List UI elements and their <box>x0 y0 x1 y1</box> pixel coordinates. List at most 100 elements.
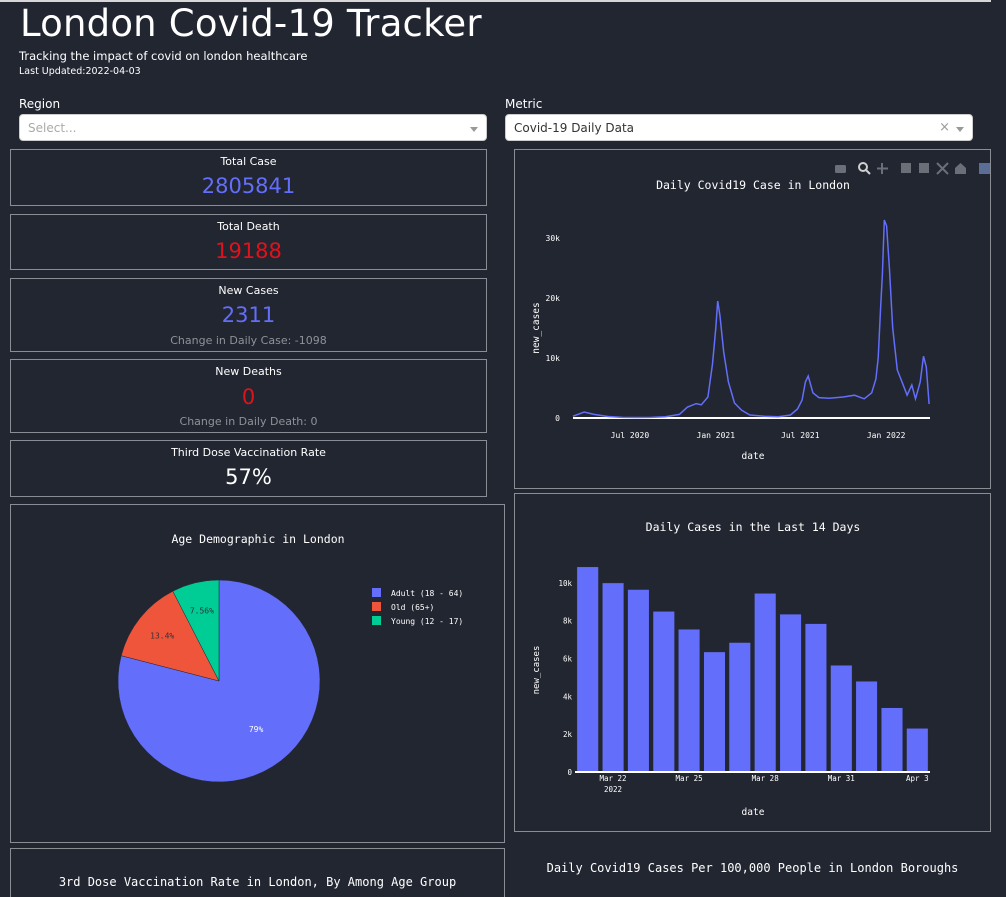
chevron-down-icon[interactable] <box>470 127 478 132</box>
new-deaths-change: Change in Daily Death: 0 <box>179 415 318 428</box>
bar <box>728 642 751 773</box>
region-dropdown[interactable]: Select... <box>19 114 487 141</box>
line-y-tick-label: 30k <box>546 234 561 243</box>
last-updated: Last Updated:2022-04-03 <box>19 66 141 77</box>
third-dose-label: Third Dose Vaccination Rate <box>171 446 326 459</box>
pie-slice-label: 7.56% <box>190 606 214 615</box>
third-dose-card: Third Dose Vaccination Rate 57% <box>10 440 487 497</box>
legend-swatch[interactable] <box>372 616 381 625</box>
third-dose-value: 57% <box>225 465 272 489</box>
bar-chart-title: Daily Cases in the Last 14 Days <box>646 520 861 534</box>
line-y-ticks: 0 10k 20k 30k <box>546 234 561 423</box>
bar <box>906 728 929 773</box>
bar <box>855 680 878 773</box>
pie-slice-label: 13.4% <box>150 632 174 641</box>
region-label: Region <box>19 97 61 111</box>
total-case-label: Total Case <box>220 155 277 168</box>
autoscale-icon[interactable] <box>936 162 949 175</box>
bar-x-tick-label: Mar 22 <box>599 774 626 783</box>
new-deaths-card: New Deaths 0 Change in Daily Death: 0 <box>10 359 487 433</box>
bar <box>703 651 726 773</box>
chevron-down-icon[interactable] <box>956 127 964 132</box>
last-14-days-bar-panel: Daily Cases in the Last 14 Days 0 2k 4k 6k 8… <box>514 493 991 832</box>
bar <box>652 611 675 773</box>
line-x-tick-label: Jan 2021 <box>697 431 736 440</box>
bar-y-tick-label: 2k <box>563 730 573 739</box>
metric-label: Metric <box>505 97 543 111</box>
clear-icon[interactable]: × <box>939 120 950 135</box>
zoom-in-icon[interactable] <box>901 163 911 173</box>
legend-label[interactable]: Old (65+) <box>391 603 434 612</box>
new-deaths-value: 0 <box>241 385 256 409</box>
metric-dropdown[interactable]: Covid-19 Daily Data × <box>505 114 973 141</box>
page-title: London Covid-19 Tracker <box>20 2 482 45</box>
line-x-tick-label: Jul 2021 <box>781 431 820 440</box>
line-chart-title: Daily Covid19 Case in London <box>656 178 850 192</box>
bar-x-tick-label: Mar 25 <box>676 774 703 783</box>
legend-label[interactable]: Young (12 - 17) <box>391 617 463 626</box>
total-death-value: 19188 <box>215 239 282 263</box>
new-cases-change: Change in Daily Case: -1098 <box>170 334 327 347</box>
camera-icon[interactable] <box>835 165 846 173</box>
plotly-logo-icon[interactable] <box>979 163 990 174</box>
page-subtitle: Tracking the impact of covid on london h… <box>19 49 308 63</box>
new-deaths-label: New Deaths <box>215 365 282 378</box>
age-demographic-panel: Age Demographic in London 79% 13.4% 7.56% … <box>10 504 505 843</box>
last-14-days-bar-chart[interactable]: Daily Cases in the Last 14 Days 0 2k 4k 6k 8… <box>515 494 990 831</box>
bar-x-tick-label: Mar 28 <box>752 774 780 783</box>
bar <box>804 623 827 773</box>
bar <box>678 628 701 773</box>
bar-x-tick-label: Apr 3 <box>906 774 929 783</box>
pie-chart-title: Age Demographic in London <box>171 532 344 546</box>
legend-swatch[interactable] <box>372 602 381 611</box>
bar-x-tick-year: 2022 <box>604 785 622 794</box>
plot-toolbar[interactable] <box>835 162 990 175</box>
zoom-out-icon[interactable] <box>919 163 929 173</box>
vaccination-chart-title: 3rd Dose Vaccination Rate in London, By … <box>58 875 457 889</box>
line-y-tick-label: 20k <box>546 294 561 303</box>
age-demographic-pie-chart[interactable]: Age Demographic in London 79%13.4%7.56% … <box>11 505 504 842</box>
bar-y-axis-label: new_cases <box>532 646 542 695</box>
reset-axes-icon[interactable] <box>955 163 966 174</box>
bar <box>779 613 802 773</box>
total-death-card: Total Death 19188 <box>10 214 487 270</box>
line-y-tick-label: 0 <box>555 414 560 423</box>
bar <box>880 707 904 773</box>
metric-value: Covid-19 Daily Data <box>514 121 635 135</box>
boroughs-chart-title: Daily Covid19 Cases Per 100,000 People i… <box>546 861 959 875</box>
bar-y-tick-label: 4k <box>563 692 573 701</box>
total-case-card: Total Case 2805841 <box>10 149 487 206</box>
plotly-logo-icon-box <box>979 163 990 174</box>
zoom-out-icon-box <box>919 163 929 173</box>
zoom-icon-handle <box>865 169 871 175</box>
bar-y-tick-label: 8k <box>563 617 573 626</box>
zoom-icon[interactable] <box>858 162 871 175</box>
line-x-ticks: Jul 2020 Jan 2021 Jul 2021 Jan 2022 <box>611 431 906 440</box>
zoom-in-icon-box <box>901 163 911 173</box>
bar <box>830 664 853 773</box>
legend-swatch[interactable] <box>372 588 381 597</box>
pie-slices: 79% 13.4% 7.56% <box>117 579 321 783</box>
daily-cases-line-panel: Daily Covid19 Case in London 0 10k 20k 30k … <box>514 149 991 489</box>
bar <box>602 582 625 773</box>
line-series-new-cases <box>572 219 930 419</box>
autoscale-icon-x <box>936 162 949 175</box>
bar <box>627 589 650 773</box>
pie-slice-label: 79% <box>249 725 264 734</box>
line-x-tick-label: Jul 2020 <box>611 431 650 440</box>
pie-legend: Adult (18 - 64) Old (65+) Young (12 - 17) <box>372 588 463 626</box>
bar-y-ticks: 0 2k 4k 6k 8k 10k <box>558 579 572 777</box>
bar-y-tick-label: 0 <box>567 768 572 777</box>
pan-icon-cross <box>877 163 888 174</box>
pan-icon[interactable] <box>877 163 888 174</box>
total-case-value: 2805841 <box>201 174 296 198</box>
new-cases-value: 2311 <box>221 303 276 327</box>
daily-cases-line-chart[interactable]: Daily Covid19 Case in London 010k20k30k … <box>515 150 990 488</box>
bar-y-tick-label: 10k <box>558 579 572 588</box>
bar <box>576 566 599 773</box>
total-death-label: Total Death <box>217 220 280 233</box>
bar-x-axis-label: date <box>742 807 765 818</box>
legend-label[interactable]: Adult (18 - 64) <box>391 589 463 598</box>
page-scrollbar[interactable] <box>991 0 1006 897</box>
new-cases-card: New Cases 2311 Change in Daily Case: -10… <box>10 278 487 352</box>
